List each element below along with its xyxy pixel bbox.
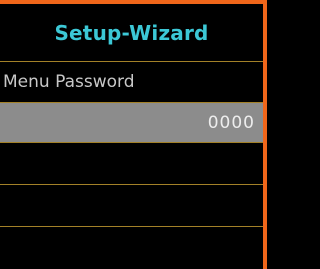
empty-row-2[interactable]: [0, 185, 263, 226]
page-title: Setup-Wizard: [54, 20, 209, 45]
setup-wizard-screen: Setup-Wizard Menu Password 0000: [0, 0, 267, 269]
empty-row-1[interactable]: [0, 143, 263, 184]
menu-password-field[interactable]: 0000: [0, 103, 263, 142]
right-accent-bar: [263, 0, 267, 269]
empty-row-3[interactable]: [0, 227, 263, 269]
menu-password-label: Menu Password: [3, 72, 135, 92]
